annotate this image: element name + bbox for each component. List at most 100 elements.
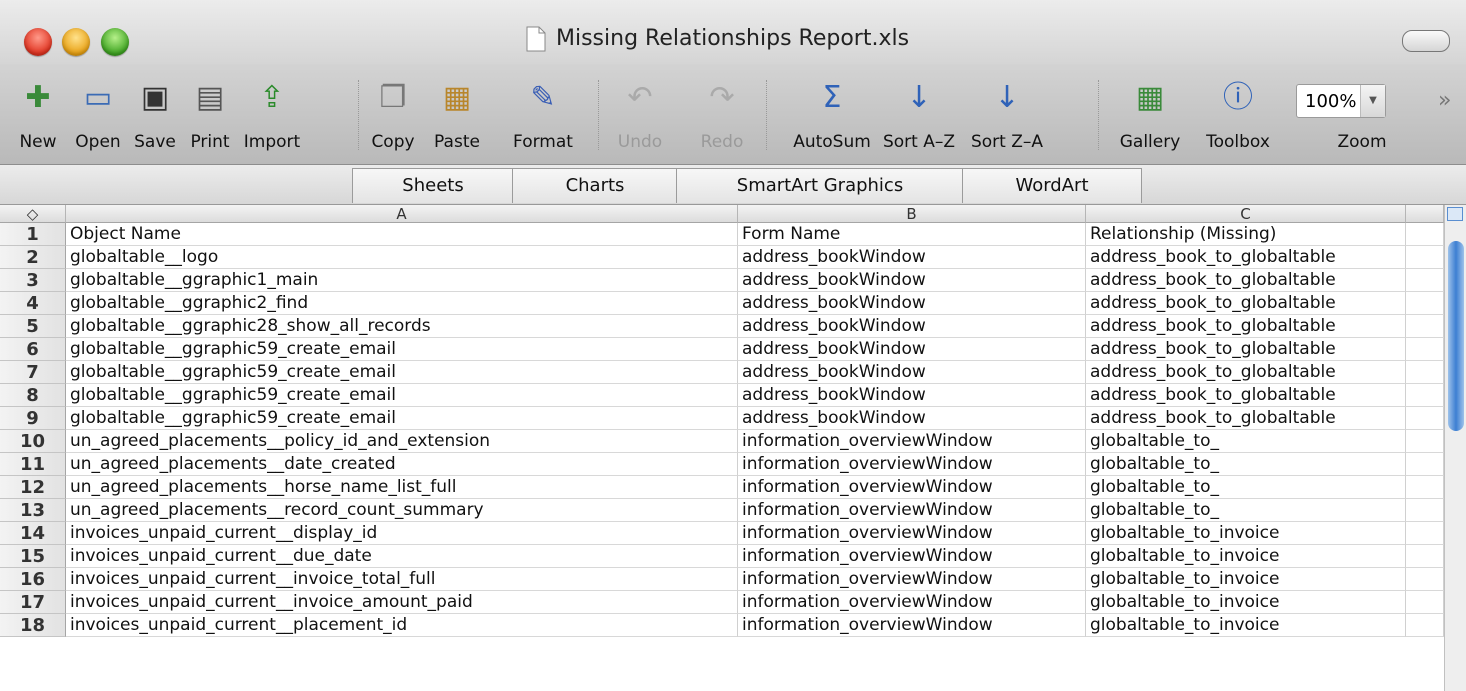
row-header[interactable]: 9: [0, 407, 66, 430]
cell-c[interactable]: address_book_to_globaltable: [1086, 361, 1406, 384]
cell-d[interactable]: [1406, 591, 1444, 614]
row-header[interactable]: 8: [0, 384, 66, 407]
column-header-d[interactable]: [1406, 205, 1444, 223]
cell-a[interactable]: globaltable__ggraphic59_create_email: [66, 338, 738, 361]
cell-d[interactable]: [1406, 522, 1444, 545]
row-header[interactable]: 12: [0, 476, 66, 499]
row-header[interactable]: 10: [0, 430, 66, 453]
cell-d[interactable]: [1406, 545, 1444, 568]
cell-a[interactable]: un_agreed_placements__horse_name_list_fu…: [66, 476, 738, 499]
row-header[interactable]: 11: [0, 453, 66, 476]
cell-a[interactable]: invoices_unpaid_current__invoice_total_f…: [66, 568, 738, 591]
cell-c[interactable]: globaltable_to_: [1086, 453, 1406, 476]
cell-a[interactable]: globaltable__ggraphic28_show_all_records: [66, 315, 738, 338]
cell-d[interactable]: [1406, 246, 1444, 269]
cell-b[interactable]: Form Name: [738, 223, 1086, 246]
cell-d[interactable]: [1406, 338, 1444, 361]
cell-c[interactable]: Relationship (Missing): [1086, 223, 1406, 246]
close-window-button[interactable]: [24, 28, 52, 56]
cell-a[interactable]: globaltable__ggraphic2_find: [66, 292, 738, 315]
cell-a[interactable]: un_agreed_placements__date_created: [66, 453, 738, 476]
zoom-window-button[interactable]: [101, 28, 129, 56]
cell-a[interactable]: invoices_unpaid_current__due_date: [66, 545, 738, 568]
cell-a[interactable]: un_agreed_placements__record_count_summa…: [66, 499, 738, 522]
row-header[interactable]: 7: [0, 361, 66, 384]
tab-smartart-graphics[interactable]: SmartArt Graphics: [676, 168, 964, 203]
cell-c[interactable]: address_book_to_globaltable: [1086, 292, 1406, 315]
cell-d[interactable]: [1406, 292, 1444, 315]
cell-c[interactable]: address_book_to_globaltable: [1086, 338, 1406, 361]
cell-d[interactable]: [1406, 499, 1444, 522]
scroll-thumb[interactable]: [1448, 241, 1464, 431]
cell-d[interactable]: [1406, 568, 1444, 591]
cell-a[interactable]: globaltable__ggraphic59_create_email: [66, 407, 738, 430]
format-button[interactable]: ✎ Format: [513, 76, 573, 166]
cell-c[interactable]: globaltable_to_invoice: [1086, 614, 1406, 637]
cell-a[interactable]: invoices_unpaid_current__display_id: [66, 522, 738, 545]
cell-d[interactable]: [1406, 476, 1444, 499]
row-header[interactable]: 2: [0, 246, 66, 269]
cell-b[interactable]: information_overviewWindow: [738, 545, 1086, 568]
cell-b[interactable]: information_overviewWindow: [738, 499, 1086, 522]
cell-c[interactable]: globaltable_to_: [1086, 499, 1406, 522]
cell-c[interactable]: globaltable_to_invoice: [1086, 522, 1406, 545]
sort-a-z-button[interactable]: ↓ Sort A–Z: [883, 76, 955, 166]
import-button[interactable]: ⇪ Import: [242, 76, 302, 166]
column-header-c[interactable]: C: [1086, 205, 1406, 223]
new-button[interactable]: ✚ New: [8, 76, 68, 166]
cell-b[interactable]: information_overviewWindow: [738, 522, 1086, 545]
print-button[interactable]: ▤ Print: [180, 76, 240, 166]
tab-charts[interactable]: Charts: [512, 168, 678, 203]
row-header[interactable]: 3: [0, 269, 66, 292]
overflow-chevron-icon[interactable]: »: [1438, 88, 1451, 113]
row-header[interactable]: 16: [0, 568, 66, 591]
save-button[interactable]: ▣ Save: [125, 76, 185, 166]
cell-b[interactable]: address_bookWindow: [738, 292, 1086, 315]
row-header[interactable]: 17: [0, 591, 66, 614]
cell-c[interactable]: address_book_to_globaltable: [1086, 407, 1406, 430]
column-header-a[interactable]: A: [66, 205, 738, 223]
cell-c[interactable]: globaltable_to_invoice: [1086, 545, 1406, 568]
autosum-button[interactable]: Σ AutoSum: [793, 76, 871, 166]
row-header[interactable]: 4: [0, 292, 66, 315]
cell-b[interactable]: address_bookWindow: [738, 407, 1086, 430]
cell-c[interactable]: address_book_to_globaltable: [1086, 384, 1406, 407]
row-header[interactable]: 15: [0, 545, 66, 568]
open-button[interactable]: ▭ Open: [68, 76, 128, 166]
select-all-corner[interactable]: ◇: [0, 205, 66, 223]
minimize-window-button[interactable]: [62, 28, 90, 56]
cell-c[interactable]: address_book_to_globaltable: [1086, 315, 1406, 338]
cell-d[interactable]: [1406, 269, 1444, 292]
cell-a[interactable]: globaltable__ggraphic59_create_email: [66, 384, 738, 407]
cell-b[interactable]: address_bookWindow: [738, 338, 1086, 361]
cell-c[interactable]: globaltable_to_: [1086, 430, 1406, 453]
cell-d[interactable]: [1406, 361, 1444, 384]
copy-button[interactable]: ❐ Copy: [363, 76, 423, 166]
cell-d[interactable]: [1406, 315, 1444, 338]
cell-c[interactable]: address_book_to_globaltable: [1086, 269, 1406, 292]
row-header[interactable]: 18: [0, 614, 66, 637]
toolbar-toggle-button[interactable]: [1402, 30, 1450, 52]
row-header[interactable]: 14: [0, 522, 66, 545]
cell-b[interactable]: address_bookWindow: [738, 384, 1086, 407]
cell-a[interactable]: invoices_unpaid_current__invoice_amount_…: [66, 591, 738, 614]
cell-b[interactable]: information_overviewWindow: [738, 568, 1086, 591]
cell-d[interactable]: [1406, 430, 1444, 453]
cell-c[interactable]: address_book_to_globaltable: [1086, 246, 1406, 269]
tab-wordart[interactable]: WordArt: [962, 168, 1142, 203]
cell-c[interactable]: globaltable_to_invoice: [1086, 591, 1406, 614]
cell-a[interactable]: Object Name: [66, 223, 738, 246]
vertical-scrollbar[interactable]: [1444, 205, 1466, 691]
cell-d[interactable]: [1406, 407, 1444, 430]
cell-c[interactable]: globaltable_to_: [1086, 476, 1406, 499]
cell-a[interactable]: globaltable__ggraphic59_create_email: [66, 361, 738, 384]
sort-z-a-button[interactable]: ↓ Sort Z–A: [971, 76, 1043, 166]
cell-b[interactable]: address_bookWindow: [738, 315, 1086, 338]
column-header-b[interactable]: B: [738, 205, 1086, 223]
toolbox-button[interactable]: ⓘ Toolbox: [1206, 76, 1270, 166]
spreadsheet-grid[interactable]: ◇ A B C 1 Object Name Form Name Relationshi…: [0, 205, 1466, 691]
cell-b[interactable]: information_overviewWindow: [738, 453, 1086, 476]
cell-c[interactable]: globaltable_to_invoice: [1086, 568, 1406, 591]
cell-a[interactable]: un_agreed_placements__policy_id_and_exte…: [66, 430, 738, 453]
tab-sheets[interactable]: Sheets: [352, 168, 514, 203]
